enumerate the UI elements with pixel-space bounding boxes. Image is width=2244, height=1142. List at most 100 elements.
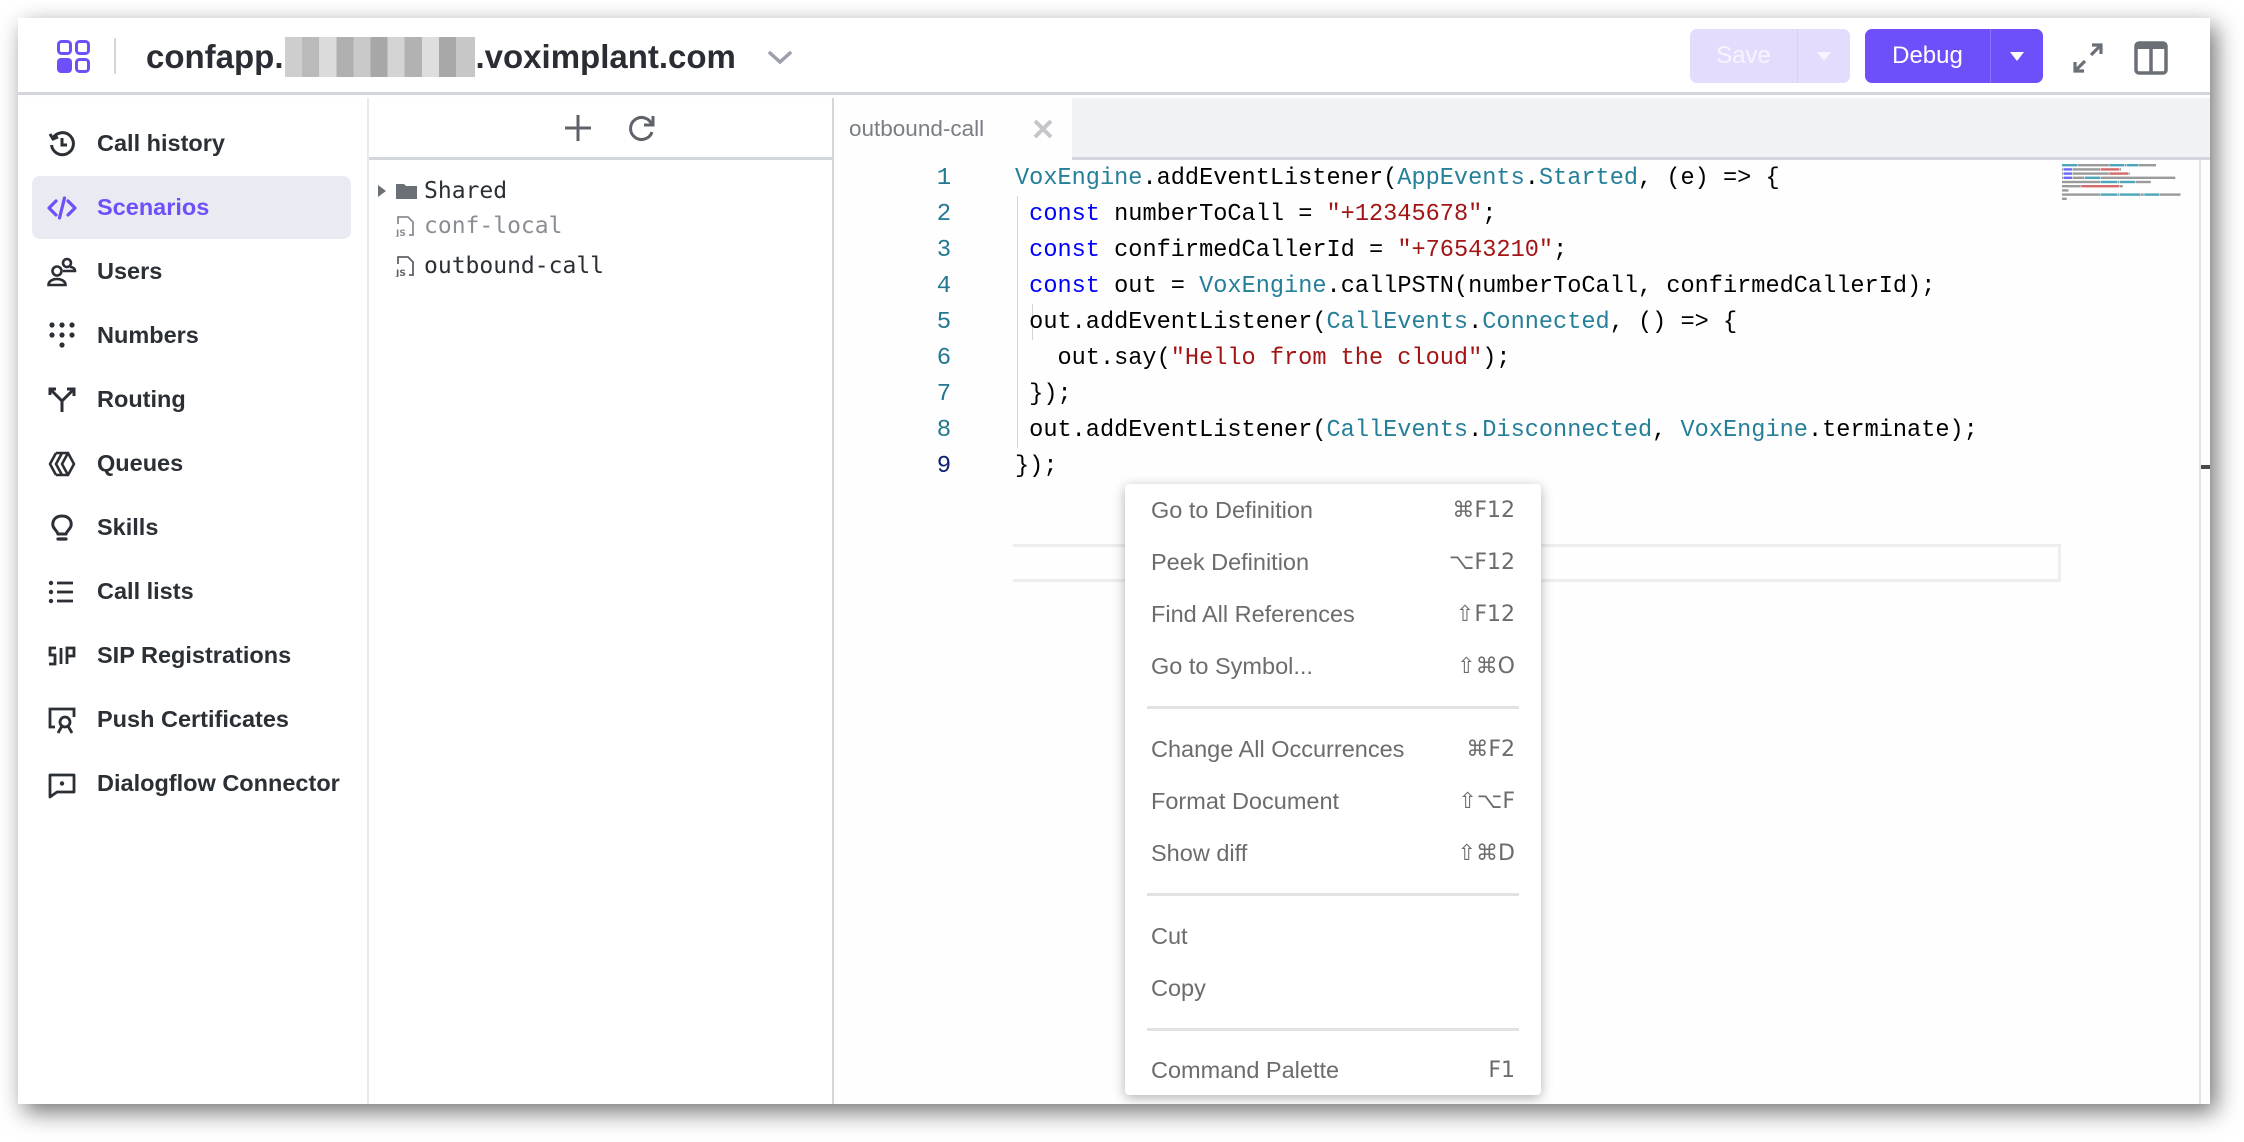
line-number: 6 — [936, 344, 952, 372]
line-number: 2 — [936, 200, 952, 228]
minimap-token — [2139, 164, 2156, 167]
minimap-token — [2062, 193, 2100, 196]
sidebar-item-label: Call history — [97, 130, 225, 156]
code-text: VoxEngine.addEventListener(AppEvents.Sta… — [1015, 164, 1780, 192]
sidebar-item-routing[interactable]: Routing — [32, 368, 351, 431]
chevron-down-icon[interactable] — [765, 48, 795, 68]
code-line[interactable]: 4 const out = VoxEngine.callPSTN(numberT… — [834, 268, 2204, 304]
minimap-token — [2063, 176, 2072, 179]
minimap-token — [2062, 185, 2081, 188]
minimap-token — [2128, 172, 2130, 175]
minimap-token — [2109, 172, 2128, 175]
sidebar-item-sip-registrations[interactable]: SIP Registrations — [32, 624, 351, 687]
expand-arrow-icon[interactable] — [378, 185, 386, 197]
lightbulb-icon — [51, 513, 73, 541]
application-selector[interactable]: confapp. .voximplant.com — [146, 35, 736, 79]
code-line[interactable]: 3 const confirmedCallerId = "+76543210"; — [834, 232, 2204, 268]
tree-item-label: Shared — [424, 178, 508, 204]
debug-options-button[interactable] — [1990, 29, 2043, 83]
code-line[interactable]: 9}); — [834, 448, 2204, 484]
menu-item-cut[interactable]: Cut — [1125, 912, 1541, 960]
menu-item-go-to-symbol[interactable]: Go to Symbol... ⇧⌘O — [1125, 643, 1541, 691]
menu-item-shortcut: ⌘F2 — [1466, 736, 1515, 762]
code-text: out.addEventListener(CallEvents.Disconne… — [1015, 416, 1978, 444]
sidebar-item-call-lists[interactable]: Call lists — [32, 560, 351, 623]
close-icon[interactable] — [1031, 117, 1055, 141]
minimap-token — [2160, 193, 2181, 196]
menu-item-format-document[interactable]: Format Document ⇧⌥F — [1125, 778, 1541, 826]
menu-item-peek-definition[interactable]: Peek Definition ⌥F12 — [1125, 538, 1541, 586]
debug-button[interactable]: Debug — [1865, 29, 1990, 83]
debug-button-group: Debug — [1865, 29, 2043, 83]
sidebar-item-call-history[interactable]: Call history — [32, 112, 351, 175]
line-number: 8 — [936, 416, 952, 444]
code-text: const out = VoxEngine.callPSTN(numberToC… — [1029, 272, 1936, 300]
minimap-token — [2119, 185, 2123, 188]
minimap-token — [2109, 164, 2125, 167]
sidebar-item-dialogflow-connector[interactable]: Dialogflow Connector — [32, 752, 351, 815]
sidebar-item-label: Scenarios — [97, 194, 210, 220]
folder-icon — [396, 184, 417, 199]
vertical-scrollbar[interactable] — [2199, 160, 2210, 1104]
queues-icon — [48, 451, 76, 476]
add-scenario-icon[interactable] — [561, 111, 595, 145]
menu-item-command-palette[interactable]: Command Palette F1 — [1125, 1047, 1541, 1095]
editor-context-menu: Go to Definition ⌘F12 Peek Definition ⌥F12 F… — [1125, 484, 1541, 1095]
code-line[interactable]: 8 out.addEventListener(CallEvents.Discon… — [834, 412, 2204, 448]
apps-grid-icon[interactable] — [57, 40, 90, 73]
code-line[interactable]: 6 out.say("Hello from the cloud"); — [834, 340, 2204, 376]
header-divider — [114, 38, 116, 74]
tree-item-label: conf-local — [424, 213, 563, 239]
menu-item-label: Format Document — [1151, 788, 1340, 814]
sidebar-item-scenarios[interactable]: Scenarios — [32, 176, 351, 239]
minimap-token — [2063, 172, 2072, 175]
menu-item-change-all-occurrences[interactable]: Change All Occurrences ⌘F2 — [1125, 725, 1541, 773]
code-line[interactable]: 7 }); — [834, 376, 2204, 412]
sidebar-item-label: Queues — [97, 450, 184, 476]
minimap-token — [2062, 189, 2069, 192]
sidebar-item-skills[interactable]: Skills — [32, 496, 351, 559]
minimap-token — [2100, 176, 2176, 179]
sidebar-item-push-certificates[interactable]: Push Certificates — [32, 688, 351, 751]
tab-outbound-call[interactable]: outbound-call — [834, 98, 1072, 160]
menu-separator — [1147, 893, 1519, 897]
sidebar-item-queues[interactable]: Queues — [32, 432, 351, 495]
minimap-token — [2118, 193, 2120, 196]
line-number: 7 — [936, 380, 952, 408]
refresh-icon[interactable] — [625, 111, 659, 145]
sidebar-item-numbers[interactable]: Numbers — [32, 304, 351, 367]
fullscreen-icon[interactable] — [2070, 40, 2106, 76]
users-icon — [47, 257, 77, 286]
code-line[interactable]: 2 const numberToCall = "+12345678"; — [834, 196, 2204, 232]
menu-item-go-to-definition[interactable]: Go to Definition ⌘F12 — [1125, 486, 1541, 534]
menu-item-label: Change All Occurrences — [1151, 735, 1405, 762]
save-button[interactable]: Save — [1690, 29, 1797, 83]
code-line[interactable]: 1 VoxEngine.addEventListener(AppEvents.St… — [834, 160, 2204, 196]
sidebar-item-label: Numbers — [97, 322, 199, 348]
caret-down-icon — [1817, 51, 1831, 61]
line-number: 4 — [936, 272, 952, 300]
menu-item-label: Cut — [1151, 922, 1188, 949]
js-file-icon: JS — [395, 216, 414, 237]
history-icon — [48, 130, 75, 156]
sidebar-item-label: Users — [97, 258, 163, 284]
menu-item-shortcut: ⇧⌥F — [1458, 789, 1515, 814]
minimap-token — [2126, 164, 2139, 167]
menu-item-label: Copy — [1151, 974, 1206, 1001]
chat-icon — [48, 773, 76, 798]
app-title-suffix: .voximplant.com — [475, 38, 736, 75]
code-line[interactable]: 5 out.addEventListener(CallEvents.Connec… — [834, 304, 2204, 340]
code-text: const numberToCall = "+12345678"; — [1029, 200, 1497, 228]
split-view-icon[interactable] — [2133, 40, 2169, 76]
minimap-token — [2119, 180, 2135, 184]
menu-item-show-diff[interactable]: Show diff ⇧⌘D — [1125, 830, 1541, 878]
svg-text:JS: JS — [395, 229, 406, 237]
minimap[interactable] — [2060, 160, 2200, 1104]
menu-item-copy[interactable]: Copy — [1125, 964, 1541, 1012]
save-options-button[interactable] — [1797, 29, 1850, 83]
menu-item-find-all-references[interactable]: Find All References ⇧F12 — [1125, 591, 1541, 639]
menu-item-shortcut: F1 — [1488, 1058, 1515, 1084]
sidebar-item-users[interactable]: Users — [32, 240, 351, 303]
minimap-token — [2119, 193, 2141, 196]
menu-item-shortcut: ⇧⌘O — [1457, 654, 1515, 680]
